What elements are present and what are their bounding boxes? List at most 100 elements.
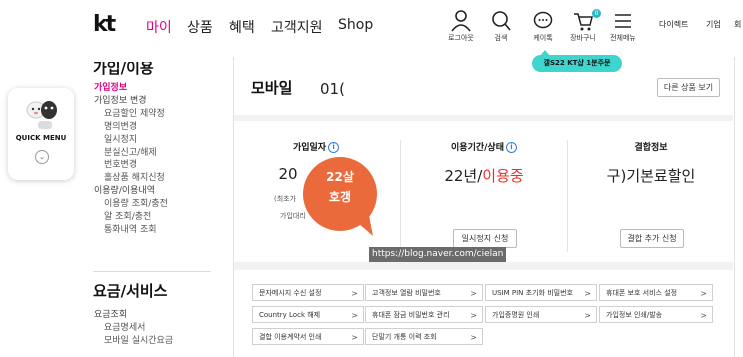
section-divider (234, 262, 733, 270)
service-label: 문자메시지 수신 설정 (259, 289, 322, 297)
service-link[interactable]: 가입정보 인쇄/발송 > (599, 306, 713, 323)
character-icon (26, 101, 57, 129)
sidebar-section-title-2: 요금/서비스 (93, 282, 168, 300)
column-divider (400, 140, 401, 252)
service-label: 단말기 개통 이력 조회 (372, 333, 437, 341)
chevron-right-icon: > (700, 289, 707, 298)
chevron-right-icon: > (470, 311, 477, 320)
product-title: 모바일 (251, 79, 293, 97)
service-label: 결합 이용계약서 인쇄 (259, 333, 322, 341)
nav-my[interactable]: 마이 (146, 17, 172, 37)
company-link[interactable]: 회 (734, 19, 741, 30)
search-label: 검색 (494, 34, 508, 42)
usage-period-value: 22년/이용중 (414, 165, 554, 186)
bundle-info-title: 결합정보 (634, 143, 668, 153)
sidebar-item[interactable]: 일시정지 (104, 132, 137, 145)
join-date-label: 가입일자 (292, 143, 327, 153)
login-icon (451, 10, 471, 32)
service-link[interactable]: 문자메시지 수신 설정 > (252, 284, 364, 301)
info-icon[interactable]: i (328, 142, 340, 153)
chat-icon (533, 11, 553, 29)
join-date-note: (최초가 (274, 195, 297, 203)
sidebar-item[interactable]: 모바일 실시간요금 (104, 333, 173, 346)
usage-status: 이용중 (482, 167, 524, 185)
chevron-right-icon: > (351, 289, 358, 298)
sidebar-section-title: 가입/이용 (93, 59, 154, 77)
sidebar-item[interactable]: 요금조회 (94, 307, 127, 320)
service-label: Country Lock 해제 (259, 311, 321, 319)
chat-button[interactable]: 케이톡 (527, 10, 559, 43)
menu-label: 전체메뉴 (610, 34, 636, 42)
sidebar-item[interactable]: 통화내역 조회 (104, 222, 157, 235)
search-icon (492, 11, 511, 31)
chat-label: 케이톡 (533, 34, 553, 42)
service-link[interactable]: USIM PIN 초기화 비밀번호 > (485, 284, 597, 301)
join-date-title: 가입일자 i (246, 140, 386, 153)
all-menu-button[interactable]: 전체메뉴 (607, 10, 639, 43)
chevron-right-icon: > (470, 333, 477, 342)
service-label: 가입정보 인쇄/발송 (606, 311, 663, 319)
quick-menu-label: QUICK MENU (15, 134, 67, 142)
usage-period-label: 이용기간/상태 (451, 143, 504, 153)
direct-link[interactable]: 다이렉트 (659, 19, 688, 30)
info-icon[interactable]: i (505, 142, 517, 153)
other-products-button[interactable]: 다른 상품 보기 (657, 78, 720, 97)
sidebar-item[interactable]: 이용량/이용내역 (94, 183, 155, 196)
service-label: 가입증명원 인쇄 (492, 311, 540, 319)
service-label: USIM PIN 초기화 비밀번호 (492, 289, 573, 297)
usage-period-title: 이용기간/상태 i (414, 140, 554, 153)
usage-period-years: 22년/ (444, 167, 483, 185)
chevron-right-icon: > (700, 311, 707, 320)
cart-icon (574, 13, 593, 31)
bubble-line-2: 호갱 (328, 190, 352, 204)
kt-logo[interactable]: kt (93, 12, 116, 37)
sidebar-item[interactable]: 가입정보 변경 (94, 93, 147, 106)
login-label: 로그아웃 (448, 34, 474, 42)
menu-icon (615, 14, 631, 28)
nav-products[interactable]: 상품 (187, 17, 213, 37)
cart-label: 장바구니 (570, 34, 596, 42)
service-label: 휴대폰 보호 서비스 설정 (606, 289, 678, 297)
chevron-right-icon: > (351, 311, 358, 320)
sidebar-item[interactable]: 이용량 조회/충전 (104, 196, 168, 209)
service-link[interactable]: 휴대폰 보호 서비스 설정 > (599, 284, 713, 301)
service-link[interactable]: 휴대폰 잠금 비밀번호 관리 > (365, 306, 483, 323)
service-label: 휴대폰 잠금 비밀번호 관리 (372, 311, 450, 319)
section-divider (234, 115, 733, 121)
sidebar-item[interactable]: 요금할인 제약정 (104, 106, 165, 119)
service-link[interactable]: Country Lock 해제 > (252, 306, 364, 323)
suspend-request-button[interactable]: 일시정지 신청 (453, 229, 517, 248)
add-bundle-button[interactable]: 결합 추가 신청 (620, 229, 684, 248)
sidebar-item[interactable]: 분실신고/해제 (104, 145, 157, 158)
sidebar-item[interactable]: 명의변경 (104, 119, 137, 132)
service-link[interactable]: 결합 이용계약서 인쇄 > (252, 328, 364, 345)
search-button[interactable]: 검색 (485, 10, 517, 43)
sidebar-item[interactable]: 번호변경 (104, 157, 137, 170)
url-watermark: https://blog.naver.com/cielan (369, 247, 507, 262)
cart-count-badge: 0 (592, 9, 601, 18)
column-divider (567, 140, 568, 252)
nav-support[interactable]: 고객지원 (271, 17, 323, 37)
sidebar-divider (93, 271, 211, 272)
sidebar-item[interactable]: 알 조회/충전 (104, 209, 151, 222)
service-label: 고객정보 열람 비밀번호 (372, 289, 441, 297)
sidebar-item[interactable]: 가입정보 (94, 80, 127, 93)
sidebar-item[interactable]: 홀상품 해지신청 (104, 170, 165, 183)
nav-shop[interactable]: Shop (338, 17, 373, 33)
chevron-right-icon: > (470, 289, 477, 298)
nav-benefits[interactable]: 혜택 (229, 17, 255, 37)
business-link[interactable]: 기업 (706, 19, 721, 30)
bubble-line-1: 22살 (326, 170, 354, 184)
service-link[interactable]: 가입증명원 인쇄 > (485, 306, 597, 323)
chevron-down-icon[interactable]: ⌄ (35, 150, 49, 164)
login-button[interactable]: 로그아웃 (445, 10, 477, 43)
chevron-right-icon: > (584, 289, 591, 298)
chevron-right-icon: > (584, 311, 591, 320)
chevron-right-icon: > (351, 333, 358, 342)
phone-number: 01( (320, 80, 345, 98)
sidebar-item[interactable]: 요금명세서 (104, 320, 145, 333)
quick-menu[interactable]: QUICK MENU ⌄ (8, 88, 74, 180)
service-link[interactable]: 고객정보 열람 비밀번호 > (365, 284, 483, 301)
service-link[interactable]: 단말기 개통 이력 조회 > (365, 328, 483, 345)
join-agency-note: 가입대리 (280, 212, 306, 220)
